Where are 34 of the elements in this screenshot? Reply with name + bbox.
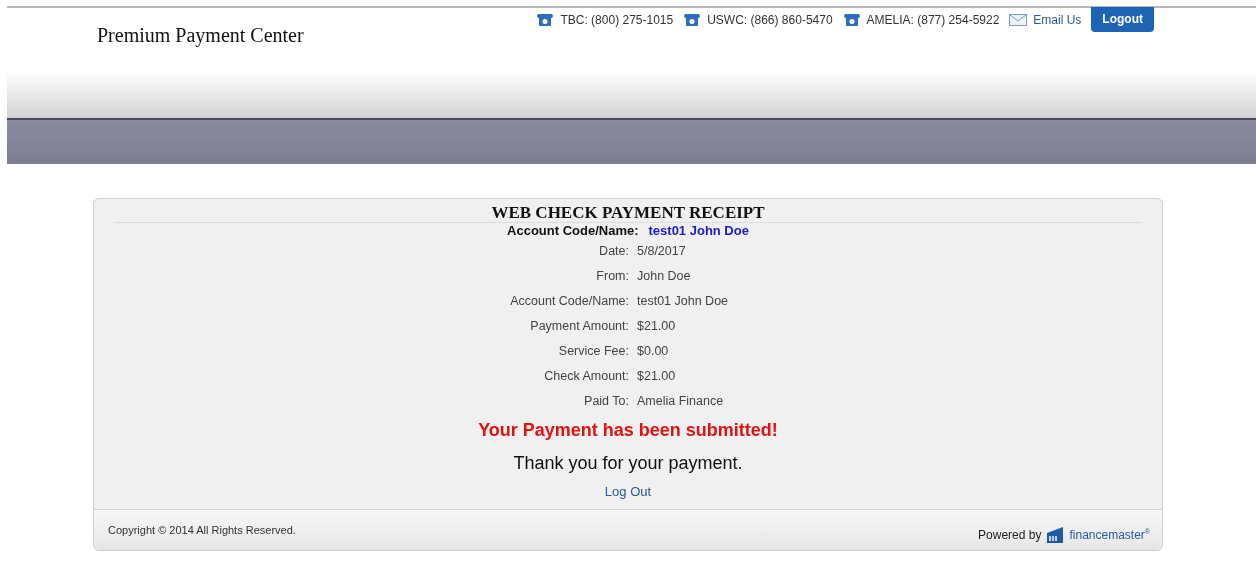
field-label: Account Code/Name:	[509, 293, 629, 310]
phone-number: TBC: (800) 275-1015	[560, 13, 674, 27]
phone-number: USWC: (866) 860-5470	[707, 13, 833, 27]
receipt-title: WEB CHECK PAYMENT RECEIPT	[114, 203, 1142, 223]
field-value: John Doe	[637, 269, 691, 283]
envelope-icon	[1009, 14, 1028, 26]
phone-number: AMELIA: (877) 254-5922	[866, 13, 1000, 27]
field-value: test01 John Doe	[637, 294, 729, 308]
site-title: Premium Payment Center	[97, 24, 304, 49]
field-label: Payment Amount:	[529, 318, 629, 335]
field-value: $21.00	[637, 319, 676, 333]
phone-icon	[842, 13, 861, 27]
field-value: $0.00	[637, 344, 669, 358]
field-label: Service Fee:	[557, 343, 629, 360]
account-label: Account Code/Name:	[507, 223, 639, 239]
logout-link[interactable]: Log Out	[604, 484, 652, 499]
field-label: From:	[595, 268, 629, 285]
field-value: Amelia Finance	[637, 394, 724, 408]
phone-icon	[683, 13, 702, 27]
thanks-message: Thank you for your payment.	[513, 453, 743, 474]
field-label: Check Amount:	[543, 368, 629, 385]
email-link[interactable]: Email Us	[1033, 13, 1082, 27]
status-message: Your Payment has been submitted!	[478, 420, 778, 441]
logout-button[interactable]: Logout	[1091, 6, 1154, 32]
copyright-text: Copyright © 2014 All Rights Reserved.	[108, 524, 296, 536]
field-label: Paid To:	[583, 393, 629, 410]
phone-icon	[536, 13, 555, 27]
logo-icon	[1047, 527, 1064, 543]
field-value: 5/8/2017	[637, 244, 686, 258]
powered-by-text: Powered by	[978, 528, 1042, 542]
field-value: $21.00	[637, 369, 676, 383]
brand-name: financemaster$^{®}$	[1069, 528, 1150, 542]
account-value: test01 John Doe	[648, 223, 749, 239]
field-label: Date:	[598, 243, 629, 260]
